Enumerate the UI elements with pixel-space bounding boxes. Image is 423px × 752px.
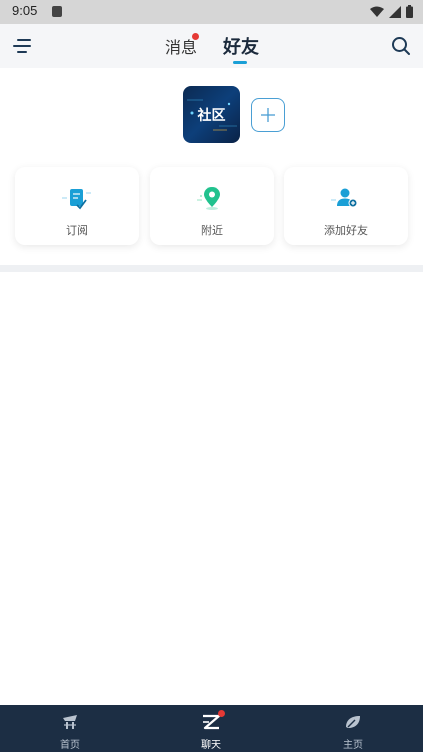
add-friend-label: 添加好友	[324, 224, 368, 237]
home-icon	[63, 715, 77, 729]
bottom-navigation: 首页 聊天 主页	[0, 705, 423, 752]
profile-icon	[346, 716, 360, 728]
community-label: 社区	[197, 108, 226, 124]
plus-icon	[261, 108, 275, 122]
nav-home[interactable]: 首页	[30, 705, 110, 752]
nearby-label: 附近	[201, 224, 223, 237]
nav-profile[interactable]: 主页	[313, 705, 393, 752]
nav-home-label: 首页	[60, 740, 80, 751]
status-bar: 9:05	[0, 0, 423, 24]
menu-icon[interactable]	[12, 37, 32, 55]
active-tab-indicator	[233, 61, 247, 64]
subscribe-icon	[62, 189, 91, 210]
location-pin-icon	[197, 187, 220, 210]
community-tile[interactable]: 社区	[183, 86, 240, 143]
add-community-button[interactable]	[251, 98, 285, 132]
add-friend-icon	[331, 188, 358, 208]
chat-badge	[218, 710, 225, 717]
subscribe-card[interactable]: 订阅	[15, 167, 139, 245]
messages-badge	[192, 33, 199, 40]
nav-chat[interactable]: 聊天	[171, 705, 251, 752]
section-divider	[0, 265, 423, 272]
top-app-bar: 消息 好友	[0, 24, 423, 68]
add-friend-card[interactable]: 添加好友	[284, 167, 408, 245]
wifi-icon	[370, 6, 384, 17]
nav-chat-label: 聊天	[201, 740, 221, 751]
chat-icon	[203, 714, 220, 730]
tab-friends[interactable]: 好友	[223, 33, 259, 59]
nav-profile-label: 主页	[343, 740, 363, 751]
nearby-card[interactable]: 附近	[150, 167, 274, 245]
signal-icon	[389, 5, 401, 18]
status-icons	[370, 5, 413, 18]
battery-icon	[406, 5, 413, 18]
subscribe-label: 订阅	[66, 224, 88, 237]
notification-icon	[52, 6, 62, 17]
search-icon[interactable]	[391, 36, 411, 56]
status-time: 9:05	[12, 3, 38, 18]
